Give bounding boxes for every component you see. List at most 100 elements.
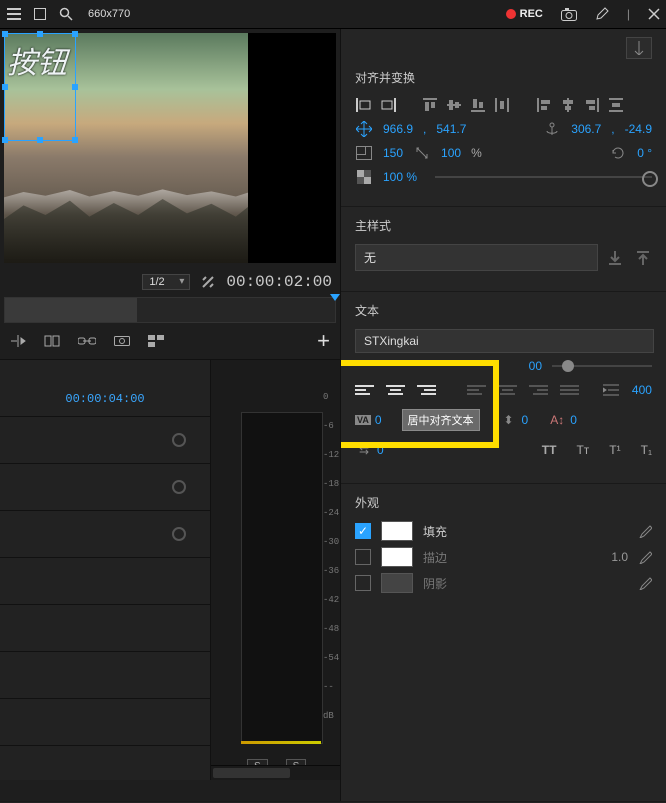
fill-checkbox[interactable]: ✓	[355, 523, 371, 539]
align-left-icon[interactable]	[535, 96, 553, 114]
all-caps-icon[interactable]: TT	[542, 443, 557, 457]
zoom-select[interactable]: 1/2	[142, 274, 190, 290]
playhead-icon[interactable]	[330, 294, 340, 301]
stroke-checkbox[interactable]	[355, 549, 371, 565]
anchor-y[interactable]: -24.9	[625, 122, 652, 136]
shadow-checkbox[interactable]	[355, 575, 371, 591]
stroke-width[interactable]: 1.0	[611, 550, 628, 564]
align-transform-title: 对齐并变换	[355, 69, 652, 86]
opacity-icon	[355, 168, 373, 186]
align-bottom-icon[interactable]	[469, 96, 487, 114]
settings-icon[interactable]	[200, 274, 216, 290]
camera-icon[interactable]	[561, 8, 577, 21]
scale-icon	[355, 144, 373, 162]
eyedropper-icon[interactable]	[638, 524, 652, 538]
opacity-value[interactable]: 100 %	[383, 170, 417, 184]
master-style-title: 主样式	[355, 217, 652, 234]
align-hcenter-icon[interactable]	[559, 96, 577, 114]
anchor-x[interactable]: 306.7	[571, 122, 601, 136]
scale-w[interactable]: 150	[383, 146, 403, 160]
snap-vertical-icon[interactable]	[626, 37, 652, 59]
menu-icon[interactable]	[6, 6, 22, 22]
window-icon[interactable]	[32, 6, 48, 22]
align-left-edges-icon[interactable]	[355, 96, 373, 114]
eyedropper-icon[interactable]	[638, 550, 652, 564]
small-caps-icon[interactable]: Tт	[576, 443, 589, 457]
subscript-icon[interactable]: T₁	[641, 443, 652, 457]
track-header[interactable]	[0, 652, 210, 699]
text-title: 文本	[355, 302, 652, 319]
program-monitor[interactable]: 按钮	[4, 33, 336, 263]
search-icon[interactable]	[58, 6, 74, 22]
track-header[interactable]	[0, 464, 210, 511]
font-size-slider[interactable]	[552, 365, 652, 367]
position-y[interactable]: 541.7	[436, 122, 466, 136]
title-text[interactable]: 按钮	[5, 34, 75, 86]
baseline-shift-icon: A↕	[548, 411, 566, 429]
track-header[interactable]	[0, 417, 210, 464]
tsume-icon: ⇆	[355, 441, 373, 459]
align-right-icon[interactable]	[583, 96, 601, 114]
kerning-icon: ⬍	[500, 411, 518, 429]
link-icon[interactable]	[78, 335, 96, 347]
track-header[interactable]	[0, 558, 210, 605]
rotation-icon	[609, 144, 627, 162]
audio-meter: 0 -6 -12 -18 -24 -30 -36 -42 -48 -54 -- …	[241, 376, 341, 756]
push-up-icon[interactable]	[634, 249, 652, 267]
canvas-dimensions: 660x770	[88, 8, 130, 20]
stroke-color-swatch[interactable]	[381, 547, 413, 567]
align-vcenter-icon[interactable]	[445, 96, 463, 114]
superscript-icon[interactable]: T¹	[609, 443, 620, 457]
tooltip: 居中对齐文本	[402, 409, 480, 431]
position-icon	[355, 120, 373, 138]
divider: |	[627, 7, 630, 21]
leading-value[interactable]: 400	[632, 383, 652, 397]
fill-color-swatch[interactable]	[381, 521, 413, 541]
appearance-title: 外观	[355, 494, 652, 511]
position-x[interactable]: 966.9	[383, 122, 413, 136]
marker-prev-icon[interactable]	[10, 334, 26, 348]
timecode-display[interactable]: 00:00:02:00	[226, 273, 332, 291]
scale-h[interactable]: 100	[441, 146, 461, 160]
eyedropper-icon[interactable]	[638, 576, 652, 590]
snap-icon[interactable]	[44, 335, 60, 347]
master-style-select[interactable]: 无	[355, 244, 598, 271]
distribute-v-icon[interactable]	[493, 96, 511, 114]
text-justify-right[interactable]	[529, 382, 548, 398]
opacity-slider[interactable]	[435, 176, 652, 178]
rotation-value[interactable]: 0 °	[637, 146, 652, 160]
close-icon[interactable]	[648, 8, 660, 20]
stroke-label: 描边	[423, 549, 447, 566]
text-align-right[interactable]	[417, 382, 436, 398]
edit-icon[interactable]	[595, 7, 609, 21]
push-down-icon[interactable]	[606, 249, 624, 267]
add-button[interactable]: +	[317, 328, 330, 354]
align-top-icon[interactable]	[421, 96, 439, 114]
align-right-edges-icon[interactable]	[379, 96, 397, 114]
text-align-left[interactable]	[355, 382, 374, 398]
distribute-h-icon[interactable]	[607, 96, 625, 114]
horizontal-scrollbar[interactable]	[211, 765, 340, 780]
record-indicator[interactable]: REC	[506, 8, 543, 20]
uniform-scale-icon[interactable]	[413, 144, 431, 162]
track-header[interactable]	[0, 511, 210, 558]
text-justify-all[interactable]	[560, 382, 579, 398]
percent-label: %	[471, 146, 482, 160]
track-header[interactable]	[0, 699, 210, 746]
font-family-select[interactable]: STXingkai	[355, 329, 654, 353]
scrub-bar[interactable]	[4, 297, 336, 323]
text-justify-left[interactable]	[467, 382, 486, 398]
tracking-icon: VA	[355, 415, 371, 425]
indent-icon	[603, 381, 620, 399]
still-icon[interactable]	[114, 335, 130, 347]
timeline-position[interactable]: 00:00:04:00	[65, 392, 144, 406]
text-selection-box[interactable]: 按钮	[4, 33, 76, 141]
font-size[interactable]: 00	[529, 359, 542, 373]
shadow-color-swatch[interactable]	[381, 573, 413, 593]
fill-label: 填充	[423, 523, 447, 540]
list-icon[interactable]	[148, 335, 164, 347]
text-justify-center[interactable]	[498, 382, 517, 398]
track-header[interactable]	[0, 605, 210, 652]
tracking-value[interactable]: 0	[375, 413, 382, 427]
text-align-center[interactable]	[386, 382, 405, 398]
